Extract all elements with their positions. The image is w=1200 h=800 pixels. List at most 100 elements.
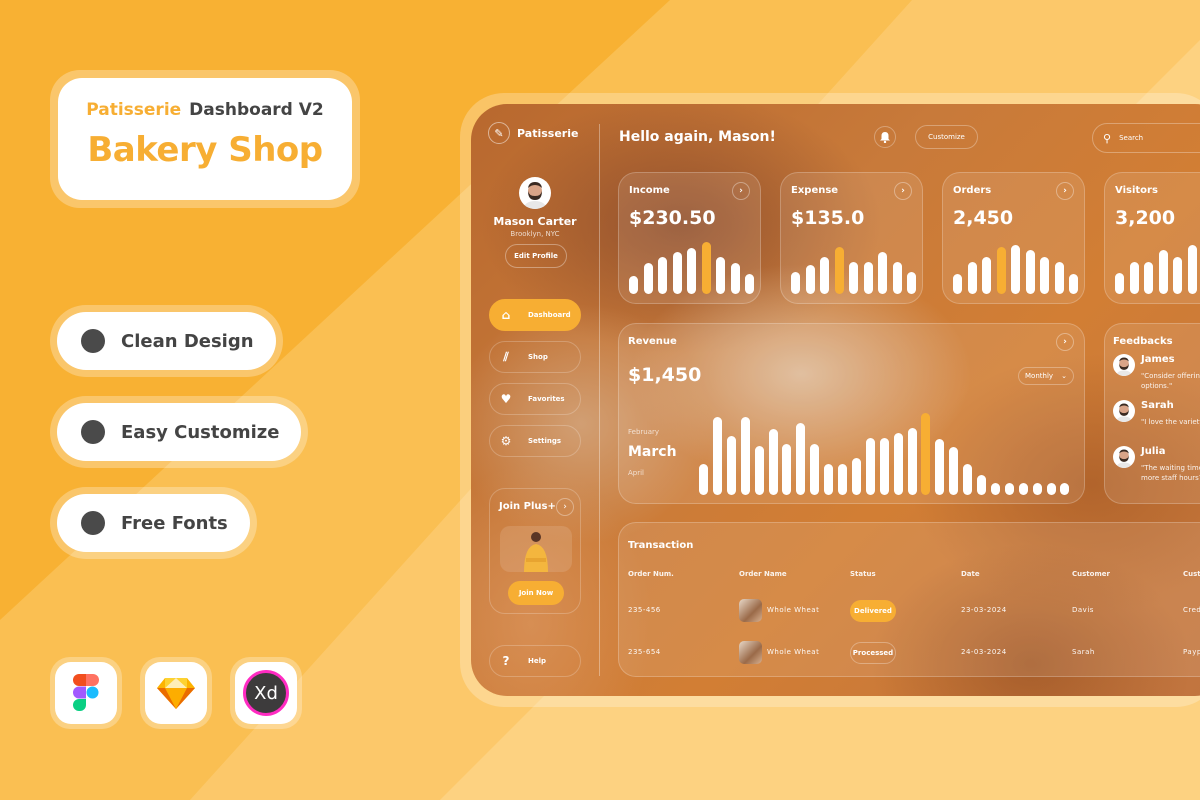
mini-bar: [805, 265, 815, 294]
month-next[interactable]: April: [628, 469, 644, 477]
stat-card-income[interactable]: Income › $230.50: [618, 172, 761, 304]
mini-bar: [791, 272, 800, 294]
stat-card-expense[interactable]: Expense › $135.0: [780, 172, 923, 304]
avatar: [1113, 446, 1135, 468]
revenue-bar: [754, 446, 764, 495]
month-current[interactable]: March: [628, 444, 677, 460]
transactions-card: Transaction Order Num. Order Name Status…: [618, 522, 1200, 677]
heart-icon: ♥: [500, 392, 512, 406]
mini-bar: [1144, 262, 1153, 294]
mini-bar: [1129, 262, 1139, 294]
feature-pill: Clean Design: [50, 305, 283, 377]
revenue-title: Revenue: [628, 336, 677, 347]
customize-button[interactable]: Customize: [915, 125, 978, 149]
search-input[interactable]: ⚲ Search: [1092, 123, 1200, 153]
revenue-bar: [726, 436, 736, 495]
bread-image: [739, 599, 762, 622]
status-badge: Processed: [850, 642, 896, 664]
avatar: [1113, 400, 1135, 422]
chevron-right-icon[interactable]: ›: [1056, 182, 1074, 200]
mini-bar: [878, 252, 887, 294]
feedback-name: Sarah: [1141, 400, 1174, 411]
mini-bar: [1173, 257, 1182, 294]
bread-image: [739, 641, 762, 664]
promo-brand: Patisserie: [86, 100, 182, 120]
promo-title-card: Patisserie Dashboard V2 Bakery Shop: [50, 70, 360, 208]
period-select[interactable]: Monthly ⌄: [1018, 367, 1074, 385]
home-icon: ⌂: [501, 308, 511, 322]
mini-bar: [907, 272, 916, 294]
sidebar-divider: [599, 124, 600, 676]
mini-bar: [1011, 245, 1020, 294]
stat-card-visitors[interactable]: Visitors 3,200: [1104, 172, 1200, 304]
promo-title: Bakery Shop: [87, 130, 323, 170]
sidebar-item-favorites[interactable]: ♥ Favorites: [489, 383, 581, 415]
revenue-bar: [893, 433, 903, 495]
stat-value: 2,450: [953, 207, 1014, 229]
profile-location: Brooklyn, NYC: [510, 230, 560, 238]
avatar[interactable]: [519, 177, 551, 209]
chevron-right-icon[interactable]: ›: [894, 182, 912, 200]
help-button[interactable]: ? Help: [489, 645, 581, 677]
sidebar-item-dashboard[interactable]: ⌂ Dashboard: [489, 299, 581, 331]
stat-title: Income: [629, 185, 670, 196]
revenue-bar: [768, 429, 778, 495]
feedback-text: "The waiting time, maybe more staff hour…: [1141, 464, 1200, 482]
revenue-bar: [949, 447, 959, 495]
revenue-bar: [963, 464, 973, 495]
notification-button[interactable]: [874, 126, 896, 148]
sidebar-item-shop[interactable]: ⫽ Shop: [489, 341, 581, 373]
revenue-bar: [935, 439, 945, 495]
join-plus-title: Join Plus+: [499, 501, 556, 512]
customer-name: Davis: [1072, 606, 1094, 614]
revenue-bar-chart: [699, 413, 1079, 495]
payment-method: Cred: [1183, 606, 1200, 614]
revenue-bar: [824, 464, 834, 495]
order-number: 235-456: [628, 606, 661, 614]
xd-icon: Xd: [243, 670, 289, 716]
order-name: Whole Wheat: [767, 648, 820, 656]
sidebar-item-settings[interactable]: ⚙ Settings: [489, 425, 581, 457]
order-number: 235-654: [628, 648, 661, 656]
logo[interactable]: ✎ Patisserie: [488, 122, 578, 144]
revenue-bar: [699, 464, 708, 495]
column-header[interactable]: Customer: [1072, 570, 1110, 578]
chevron-right-icon[interactable]: ›: [1056, 333, 1074, 351]
dashboard-window: ✎ Patisserie Mason Carter Brooklyn, NYC …: [471, 104, 1200, 696]
mini-bar: [892, 262, 902, 294]
chevron-right-icon[interactable]: ›: [732, 182, 750, 200]
mini-bar: [996, 247, 1006, 294]
stat-value: $230.50: [629, 207, 716, 229]
sidebar-item-label: Dashboard: [528, 311, 571, 319]
edit-profile-button[interactable]: Edit Profile: [505, 244, 567, 268]
payment-method: Payp: [1183, 648, 1200, 656]
feature-label: Clean Design: [121, 330, 254, 352]
mini-bar: [953, 274, 962, 294]
feature-pill: Free Fonts: [50, 487, 257, 559]
revenue-bar: [921, 413, 931, 495]
column-header[interactable]: Status: [850, 570, 876, 578]
column-header[interactable]: Order Num.: [628, 570, 674, 578]
revenue-bar: [712, 417, 722, 495]
order-date: 23-03-2024: [961, 606, 1007, 614]
chevron-right-icon[interactable]: ›: [556, 498, 574, 516]
mini-bar: [1115, 273, 1124, 294]
column-header[interactable]: Order Name: [739, 570, 787, 578]
mini-bar: [834, 247, 844, 294]
sidebar-item-label: Settings: [528, 437, 562, 445]
xd-badge: Xd: [230, 657, 302, 729]
join-now-button[interactable]: Join Now: [508, 581, 564, 605]
month-prev[interactable]: February: [628, 428, 659, 436]
mini-bar: [658, 257, 667, 294]
feedback-name: James: [1141, 354, 1175, 365]
figma-badge: [50, 657, 122, 729]
column-header[interactable]: Date: [961, 570, 980, 578]
revenue-bar: [796, 423, 806, 495]
croissant-icon: ✎: [488, 122, 510, 144]
revenue-bar: [782, 444, 792, 495]
revenue-card: Revenue › $1,450 Monthly ⌄ February Marc…: [618, 323, 1085, 504]
stat-card-orders[interactable]: Orders › 2,450: [942, 172, 1085, 304]
revenue-bar: [1046, 483, 1056, 495]
column-header[interactable]: Custo: [1183, 570, 1200, 578]
question-icon: ?: [502, 654, 510, 668]
